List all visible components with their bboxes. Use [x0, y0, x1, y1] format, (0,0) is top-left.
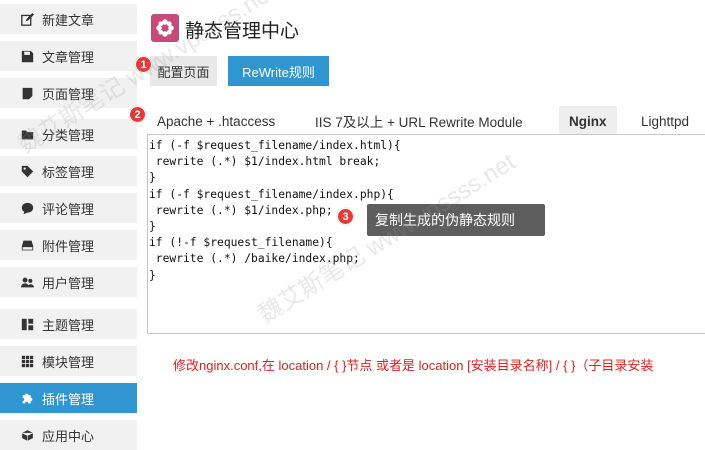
main-panel: 静态管理中心 配置页面 ReWrite规则 Apache + .htaccess… — [129, 0, 705, 450]
sidebar-item-label: 应用中心 — [42, 428, 95, 444]
sidebar-item-tag-manage[interactable]: 标签管理 — [0, 156, 137, 186]
sidebar-item-label: 用户管理 — [42, 275, 95, 291]
sidebar-item-label: 页面管理 — [42, 86, 95, 102]
flower-logo-icon — [151, 14, 179, 42]
server-subtabs: Apache + .htaccess IIS 7及以上 + URL Rewrit… — [137, 106, 705, 136]
copy-rules-tooltip: 复制生成的伪静态规则 — [367, 204, 545, 236]
sidebar-item-category-manage[interactable]: 分类管理 — [0, 119, 137, 149]
subtab-nginx[interactable]: Nginx — [559, 106, 617, 136]
tab-rewrite-rules[interactable]: ReWrite规则 — [228, 56, 329, 86]
comment-icon — [20, 201, 34, 215]
sidebar: 新建文章 文章管理 页面管理 分类管理 标签管理 评论管理 附件管理 用户管理 … — [0, 0, 137, 450]
sidebar-item-page-manage[interactable]: 页面管理 — [0, 78, 137, 108]
sidebar-item-label: 分类管理 — [42, 127, 95, 143]
subtab-apache[interactable]: Apache + .htaccess — [157, 106, 275, 136]
save-icon — [20, 49, 34, 63]
sidebar-item-new-article[interactable]: 新建文章 — [0, 4, 137, 34]
tab-config-page[interactable]: 配置页面 — [150, 56, 217, 86]
sidebar-item-plugin-manage[interactable]: 插件管理 — [0, 383, 137, 413]
nginx-config-hint: 修改nginx.conf,在 location / { }节点 或者是 loca… — [173, 358, 654, 373]
users-icon — [20, 275, 34, 289]
sidebar-item-label: 插件管理 — [42, 391, 95, 407]
subtab-lighttpd[interactable]: Lighttpd — [641, 106, 689, 136]
sidebar-item-label: 主题管理 — [42, 317, 95, 333]
step-badge-1: 1 — [135, 56, 152, 73]
sidebar-item-label: 文章管理 — [42, 49, 95, 65]
sidebar-item-app-center[interactable]: 应用中心 — [0, 420, 137, 450]
step-badge-2: 2 — [129, 106, 146, 123]
hdd-icon — [20, 238, 34, 252]
sidebar-item-label: 标签管理 — [42, 164, 95, 180]
folder-icon — [20, 127, 34, 141]
cube-icon — [20, 428, 34, 442]
step-badge-3: 3 — [337, 208, 354, 225]
file-icon — [20, 86, 34, 100]
sidebar-item-attachment-manage[interactable]: 附件管理 — [0, 230, 137, 260]
sidebar-item-theme-manage[interactable]: 主题管理 — [0, 309, 137, 339]
puzzle-icon — [20, 391, 34, 405]
tag-icon — [20, 164, 34, 178]
sidebar-item-label: 附件管理 — [42, 238, 95, 254]
layout-icon — [20, 317, 34, 331]
sidebar-item-comment-manage[interactable]: 评论管理 — [0, 193, 137, 223]
sidebar-item-module-manage[interactable]: 模块管理 — [0, 346, 137, 376]
sidebar-item-label: 新建文章 — [42, 12, 95, 28]
grid-icon — [20, 354, 34, 368]
sidebar-item-label: 评论管理 — [42, 201, 95, 217]
sidebar-item-user-manage[interactable]: 用户管理 — [0, 267, 137, 297]
subtab-iis[interactable]: IIS 7及以上 + URL Rewrite Module — [315, 106, 523, 136]
page-title: 静态管理中心 — [185, 21, 300, 42]
sidebar-item-article-manage[interactable]: 文章管理 — [0, 41, 137, 71]
edit-icon — [20, 12, 34, 26]
sidebar-item-label: 模块管理 — [42, 354, 95, 370]
